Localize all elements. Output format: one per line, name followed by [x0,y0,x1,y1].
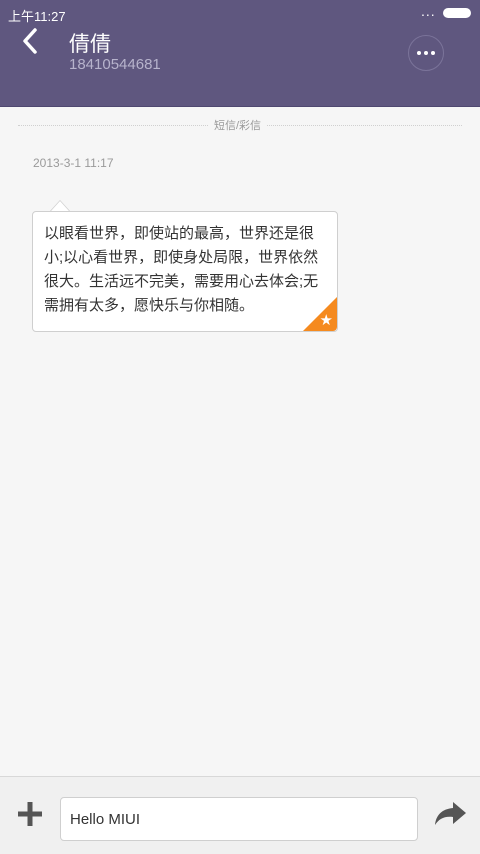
bubble-tail-inner [51,201,69,211]
contact-phone: 18410544681 [69,56,161,73]
star-icon: ★ [319,312,333,329]
star-marker: ★ [303,297,337,331]
send-button[interactable] [433,800,467,828]
add-attachment-button[interactable] [16,800,44,828]
more-options-button[interactable] [408,35,444,71]
header-bar: 上午11:27 ... 倩倩 18410544681 [0,0,480,107]
battery-icon [443,8,471,18]
more-dot-icon [424,51,428,55]
divider-label: 短信/彩信 [208,117,268,133]
more-dot-icon [417,51,421,55]
more-dot-icon [431,51,435,55]
back-button[interactable] [18,26,44,56]
message-bubble[interactable]: 以眼看世界，即使站的最高，世界还是很小;以心看世界，即使身处局限，世界依然很大。… [32,211,338,332]
status-dots: ... [421,3,436,19]
plus-icon [18,802,42,826]
message-text: 以眼看世界，即使站的最高，世界还是很小;以心看世界，即使身处局限，世界依然很大。… [44,225,319,314]
send-arrow-icon [435,802,466,825]
contact-name: 倩倩 [69,33,111,56]
message-timestamp: 2013-3-1 11:17 [33,156,114,170]
back-arrow-icon [23,28,37,54]
status-time: 上午11:27 [8,9,66,24]
message-input[interactable]: Hello MIUI [60,797,418,841]
